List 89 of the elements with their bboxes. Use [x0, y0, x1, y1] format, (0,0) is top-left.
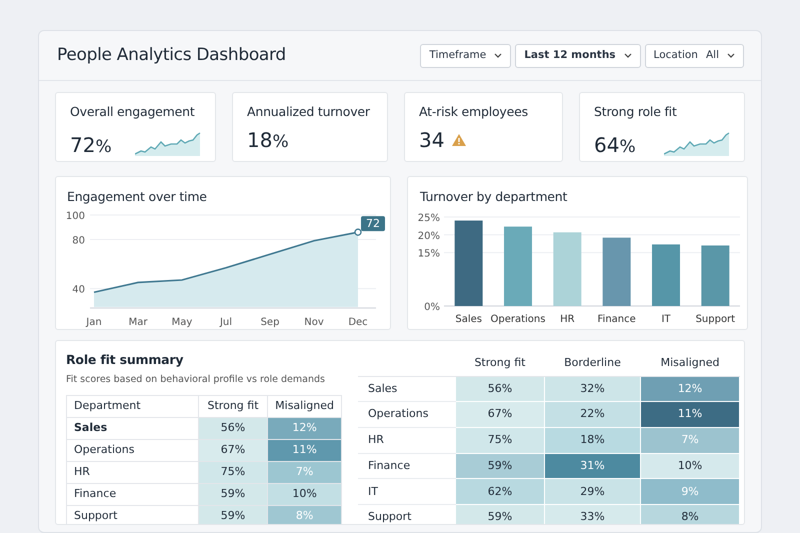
axis-tick-label: Mar: [128, 316, 148, 328]
chevron-down-icon: [624, 53, 632, 58]
heatmap-cell: 75%: [456, 428, 544, 454]
table-cell: 67%: [198, 440, 268, 462]
kpi-value: 72%: [70, 134, 112, 156]
row-label: Sales: [358, 376, 456, 402]
filter-dropdown[interactable]: Location All: [644, 44, 744, 68]
heatmap-cell: 31%: [544, 453, 641, 479]
axis-tick-label: Jan: [86, 316, 102, 328]
row-label: Finance: [358, 453, 456, 479]
axis-tick-label: 0%: [424, 302, 440, 313]
row-label: Finance: [66, 484, 198, 506]
warning-icon: [452, 134, 466, 146]
row-label: Support: [66, 506, 198, 524]
heatmap-cell: 9%: [640, 478, 740, 505]
axis-tick-label: 15%: [418, 248, 440, 260]
axis-tick-label: 25%: [418, 212, 440, 224]
chevron-down-icon: [494, 53, 502, 58]
column-header: Department: [66, 396, 198, 418]
heatmap-cell: 67%: [456, 402, 544, 428]
kpi-label: Strong role fit: [594, 103, 678, 121]
heatmap-cell: 8%: [640, 504, 740, 524]
axis-category-label: Finance: [598, 314, 636, 325]
axis-tick-label: Dec: [348, 316, 368, 328]
kpi-value: 64%: [594, 134, 636, 156]
point-marker: [354, 228, 362, 236]
filter-dropdown[interactable]: Timeframe: [420, 44, 512, 68]
axis-tick-label: 100: [66, 210, 85, 222]
kpi-value: 18%: [247, 130, 289, 151]
heatmap-cell: 33%: [544, 504, 641, 524]
heatmap-cell: 11%: [640, 402, 740, 428]
row-label: Sales: [66, 418, 198, 440]
sparkline-chart: [664, 130, 730, 156]
sparkline-chart: [135, 130, 201, 156]
axis-tick-label: 20%: [418, 230, 440, 242]
row-label: IT: [358, 478, 456, 505]
row-label: HR: [66, 462, 198, 484]
heatmap-cell: 7%: [640, 428, 740, 454]
table-cell: 12%: [268, 418, 342, 440]
heatmap-cell: 32%: [544, 376, 641, 402]
section-subtitle: Fit scores based on behavioral profile vs role demands: [66, 372, 326, 387]
dashboard-title: People Analytics Dashboard: [57, 44, 286, 67]
column-header: Misaligned: [268, 396, 342, 418]
table-cell: 56%: [198, 418, 268, 440]
value-callout: 72: [361, 216, 385, 231]
axis-tick-label: 80: [72, 235, 85, 246]
table-cell: 59%: [198, 484, 268, 506]
table-cell: 7%: [268, 462, 342, 484]
row-label: Operations: [358, 402, 456, 428]
axis-tick-label: May: [172, 316, 192, 328]
kpi-label: Overall engagement: [70, 103, 196, 121]
heatmap-cell: 12%: [640, 376, 740, 402]
axis-tick-label: Nov: [304, 316, 324, 328]
filter-dropdown[interactable]: Last 12 months: [515, 44, 641, 68]
heatmap-cell: 59%: [456, 504, 544, 524]
row-label: Operations: [66, 440, 198, 462]
axis-tick-label: 40: [72, 284, 85, 296]
row-label: HR: [358, 428, 456, 454]
bar: [701, 245, 730, 306]
heatmap-cell: 62%: [456, 478, 544, 505]
table-cell: 8%: [268, 506, 342, 524]
table-cell: 10%: [268, 484, 342, 506]
heatmap-cell: 56%: [456, 376, 544, 402]
axis-tick-label: Sep: [260, 316, 280, 328]
heatmap-cell: 29%: [544, 478, 641, 505]
axis-category-label: HR: [560, 314, 575, 325]
kpi-value: 34: [419, 130, 444, 150]
axis-tick-label: Jul: [220, 316, 232, 328]
heatmap-cell: 59%: [456, 453, 544, 479]
heatmap-cell: 18%: [544, 428, 641, 454]
chart-title: Turnover by department: [419, 188, 568, 206]
table-cell: 59%: [198, 506, 268, 524]
table-cell: 75%: [198, 462, 268, 484]
axis-category-label: IT: [661, 314, 671, 325]
bar: [652, 244, 680, 306]
chevron-down-icon: [727, 53, 735, 58]
table-cell: 11%: [268, 440, 342, 462]
column-header: Strong fit: [198, 396, 268, 418]
kpi-label: Annualized turnover: [247, 103, 371, 121]
bar: [602, 237, 631, 306]
section-title: Role fit summary: [66, 351, 184, 369]
axis-category-label: Operations: [490, 314, 546, 325]
kpi-label: At-risk employees: [419, 103, 529, 121]
heatmap-cell: 10%: [640, 453, 740, 479]
axis-category-label: Sales: [455, 314, 482, 325]
annotation: 72: [366, 216, 380, 230]
chart-title: Engagement over time: [66, 188, 208, 206]
heatmap-cell: 22%: [544, 402, 641, 428]
axis-category-label: Support: [696, 314, 736, 325]
